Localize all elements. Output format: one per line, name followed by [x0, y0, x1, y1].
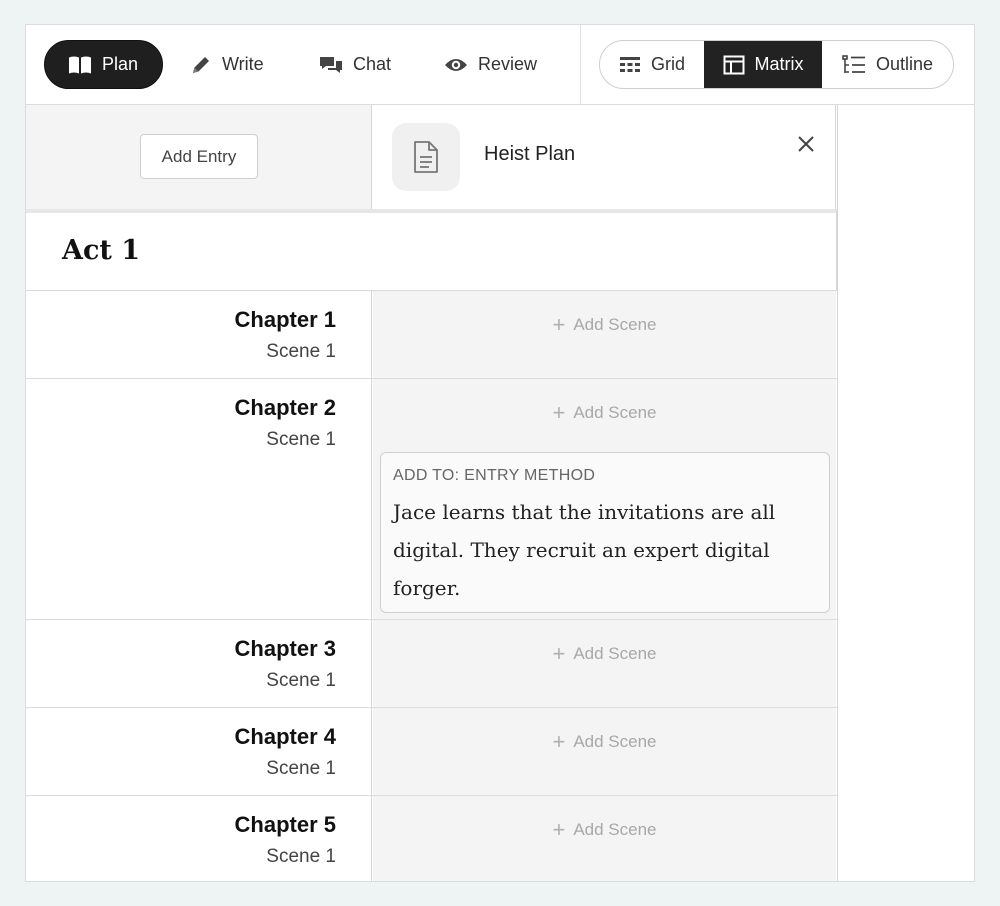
chapter-label-cell: Chapter 3 Scene 1 [26, 620, 372, 707]
chapter-label-cell: Chapter 4 Scene 1 [26, 708, 372, 795]
suggestion-label: ADD TO: ENTRY METHOD [393, 467, 596, 484]
chat-icon [320, 56, 342, 73]
chapter-name: Chapter 4 [234, 724, 336, 749]
scene-name: Scene 1 [266, 341, 336, 362]
view-grid-button[interactable]: Grid [600, 41, 704, 88]
tab-chat-label: Chat [353, 54, 392, 74]
right-gutter [837, 105, 974, 881]
chapter-row: Chapter 2 Scene 1 + Add Scene ADD TO: EN… [26, 379, 837, 620]
add-scene-button[interactable]: + Add Scene [373, 817, 836, 842]
toolbar-divider [580, 25, 581, 105]
plus-icon: + [552, 729, 566, 754]
add-scene-label: Add Scene [573, 315, 657, 334]
chapter-scene-cell: + Add Scene ADD TO: ENTRY METHOD Jace le… [373, 379, 836, 619]
scene-name: Scene 1 [266, 758, 336, 779]
scene-name: Scene 1 [266, 429, 336, 450]
matrix-icon [723, 55, 744, 74]
chapter-label-cell: Chapter 5 Scene 1 [26, 796, 372, 881]
tab-write[interactable]: Write [190, 40, 264, 89]
chapter-name: Chapter 1 [234, 307, 336, 332]
chapter-row: Chapter 3 Scene 1 + Add Scene [26, 620, 837, 708]
suggestion-text: Jace learns that the invitations are all… [393, 500, 776, 600]
chapter-scene-cell: + Add Scene [373, 796, 836, 881]
plus-icon: + [552, 400, 566, 425]
chapter-row: Chapter 5 Scene 1 + Add Scene [26, 796, 837, 881]
plus-icon: + [552, 817, 566, 842]
pencil-icon [193, 56, 209, 73]
view-outline-button[interactable]: Outline [822, 41, 953, 88]
add-scene-button[interactable]: + Add Scene [373, 400, 836, 425]
add-scene-button[interactable]: + Add Scene [373, 641, 836, 666]
chapter-name: Chapter 3 [234, 636, 336, 661]
chapter-label-cell: Chapter 2 Scene 1 [26, 379, 372, 619]
act-title: Act 1 [62, 235, 141, 266]
add-scene-label: Add Scene [573, 403, 657, 422]
add-scene-button[interactable]: + Add Scene [373, 312, 836, 337]
outline-icon [842, 54, 865, 73]
act-header: Act 1 [26, 209, 837, 291]
tab-write-label: Write [222, 54, 264, 74]
tab-plan-label: Plan [102, 54, 139, 74]
view-switcher: Grid Matrix Outline [599, 40, 954, 89]
plan-icon-container [392, 123, 460, 191]
document-icon [414, 141, 438, 173]
plan-entry-header: Heist Plan [373, 105, 836, 209]
view-outline-label: Outline [875, 54, 934, 74]
add-scene-label: Add Scene [573, 644, 657, 663]
eye-icon [445, 58, 467, 71]
plus-icon: + [552, 312, 566, 337]
chapter-label-cell: Chapter 1 Scene 1 [26, 291, 372, 378]
tab-chat[interactable]: Chat [319, 40, 391, 89]
close-icon [798, 136, 814, 152]
app-window: Plan Write Chat Review Grid Matrix Outli… [25, 24, 975, 882]
scene-suggestion-card[interactable]: ADD TO: ENTRY METHOD Jace learns that th… [380, 452, 830, 613]
add-entry-button[interactable]: Add Entry [140, 134, 258, 179]
view-grid-label: Grid [650, 54, 685, 74]
view-matrix-button[interactable]: Matrix [704, 41, 822, 88]
book-icon [69, 56, 91, 73]
plan-title: Heist Plan [484, 143, 576, 165]
chapter-scene-cell: + Add Scene [373, 708, 836, 795]
add-scene-label: Add Scene [573, 732, 657, 751]
add-scene-label: Add Scene [573, 820, 657, 839]
tab-review-label: Review [478, 54, 538, 74]
chapter-scene-cell: + Add Scene [373, 291, 836, 378]
chapter-name: Chapter 2 [234, 395, 336, 420]
tab-review[interactable]: Review [444, 40, 537, 89]
add-entry-cell: Add Entry [26, 105, 372, 209]
chapter-scene-cell: + Add Scene [373, 620, 836, 707]
add-scene-button[interactable]: + Add Scene [373, 729, 836, 754]
plus-icon: + [552, 641, 566, 666]
chapter-row: Chapter 1 Scene 1 + Add Scene [26, 291, 837, 379]
toolbar: Plan Write Chat Review Grid Matrix Outli… [26, 25, 974, 105]
close-plan-button[interactable] [794, 132, 818, 156]
chapter-row: Chapter 4 Scene 1 + Add Scene [26, 708, 837, 796]
grid-icon [619, 56, 640, 72]
scene-name: Scene 1 [266, 670, 336, 691]
chapter-name: Chapter 5 [234, 812, 336, 837]
view-matrix-label: Matrix [754, 54, 804, 74]
scene-name: Scene 1 [266, 846, 336, 867]
tab-plan[interactable]: Plan [44, 40, 164, 89]
